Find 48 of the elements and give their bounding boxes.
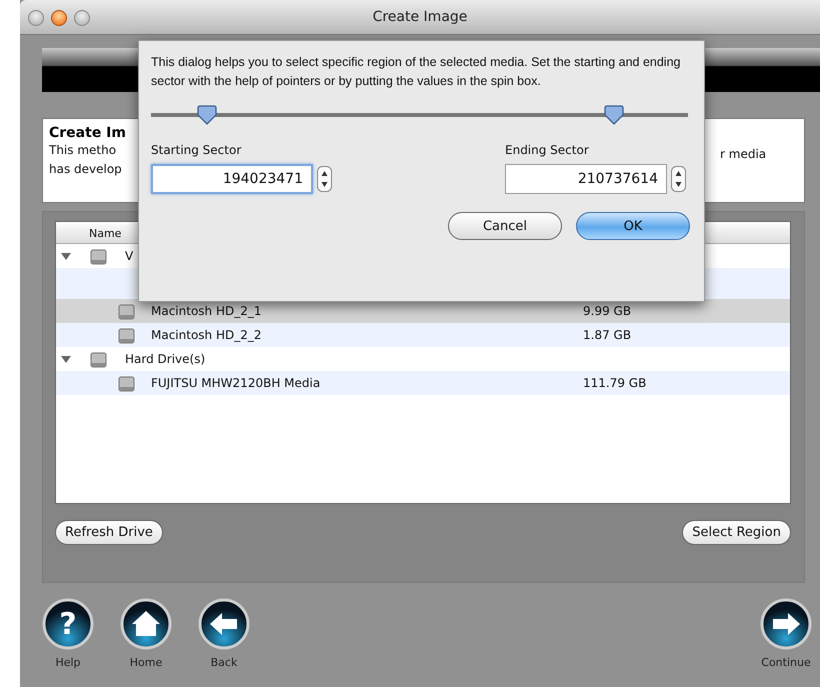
field-label: Starting Sector [151, 143, 242, 157]
spin-buttons-icon[interactable] [317, 166, 332, 192]
info-text: r media [720, 146, 766, 163]
disclosure-triangle-icon[interactable] [61, 251, 71, 261]
window-title: Create Image [372, 9, 468, 25]
close-button[interactable] [28, 10, 44, 26]
tree-row[interactable]: V [56, 244, 790, 268]
slider-thumb[interactable] [196, 105, 218, 127]
tree-row[interactable]: FUJITSU MHW2120BH Media 111.79 GB [56, 371, 790, 395]
tree-row[interactable]: Macintosh HD_2_1 9.99 GB [56, 299, 790, 323]
ok-button[interactable]: OK [576, 212, 690, 240]
info-text: This metho [49, 142, 116, 159]
drive-name: Hard Drive(s) [125, 352, 206, 366]
drive-size: 111.79 GB [583, 376, 646, 390]
drive-name: Macintosh HD_2_2 [151, 328, 262, 342]
home-button[interactable]: Home [120, 598, 172, 669]
drive-icon [89, 350, 108, 368]
cancel-button[interactable]: Cancel [448, 212, 562, 240]
disclosure-triangle-icon[interactable] [61, 354, 71, 364]
minimize-button[interactable] [51, 10, 67, 26]
house-icon [120, 598, 172, 650]
column-title[interactable]: Name [89, 227, 122, 240]
tree-row[interactable]: Hard Drive(s) [56, 347, 790, 371]
info-heading: Create Im [49, 125, 126, 141]
sector-input[interactable]: 194023471 [151, 164, 313, 194]
back-button[interactable]: Back [198, 598, 250, 669]
continue-button[interactable]: Continue [760, 598, 812, 669]
refresh-drive-button[interactable]: Refresh Drive [55, 520, 163, 545]
drive-icon [117, 302, 136, 320]
sector-input[interactable]: 210737614 [505, 164, 667, 194]
help-button[interactable]: ? Help [42, 598, 94, 669]
spin-buttons-icon[interactable] [671, 166, 686, 192]
question-mark-icon: ? [42, 598, 94, 650]
drive-icon [117, 326, 136, 344]
field-label: Ending Sector [505, 143, 590, 157]
info-text: has develop [49, 161, 122, 178]
tree-row[interactable]: Macintosh HD_2_2 1.87 GB [56, 323, 790, 347]
drive-icon [117, 374, 136, 392]
drive-size: 9.99 GB [583, 304, 632, 318]
dialog-message: This dialog helps you to select specific region of the selected media. Set the starting and ending sector with the help of pointers or by putting the values in the spin box. [151, 54, 682, 90]
select-region-button[interactable]: Select Region [682, 520, 791, 545]
slider-thumb[interactable] [603, 105, 626, 127]
drive-name: Macintosh HD_2_1 [151, 304, 262, 318]
zoom-button[interactable] [74, 10, 90, 26]
drive-name: V [125, 249, 134, 263]
drive-name: FUJITSU MHW2120BH Media [151, 376, 320, 390]
drive-icon [89, 246, 108, 266]
drive-size: 1.87 GB [583, 328, 632, 342]
